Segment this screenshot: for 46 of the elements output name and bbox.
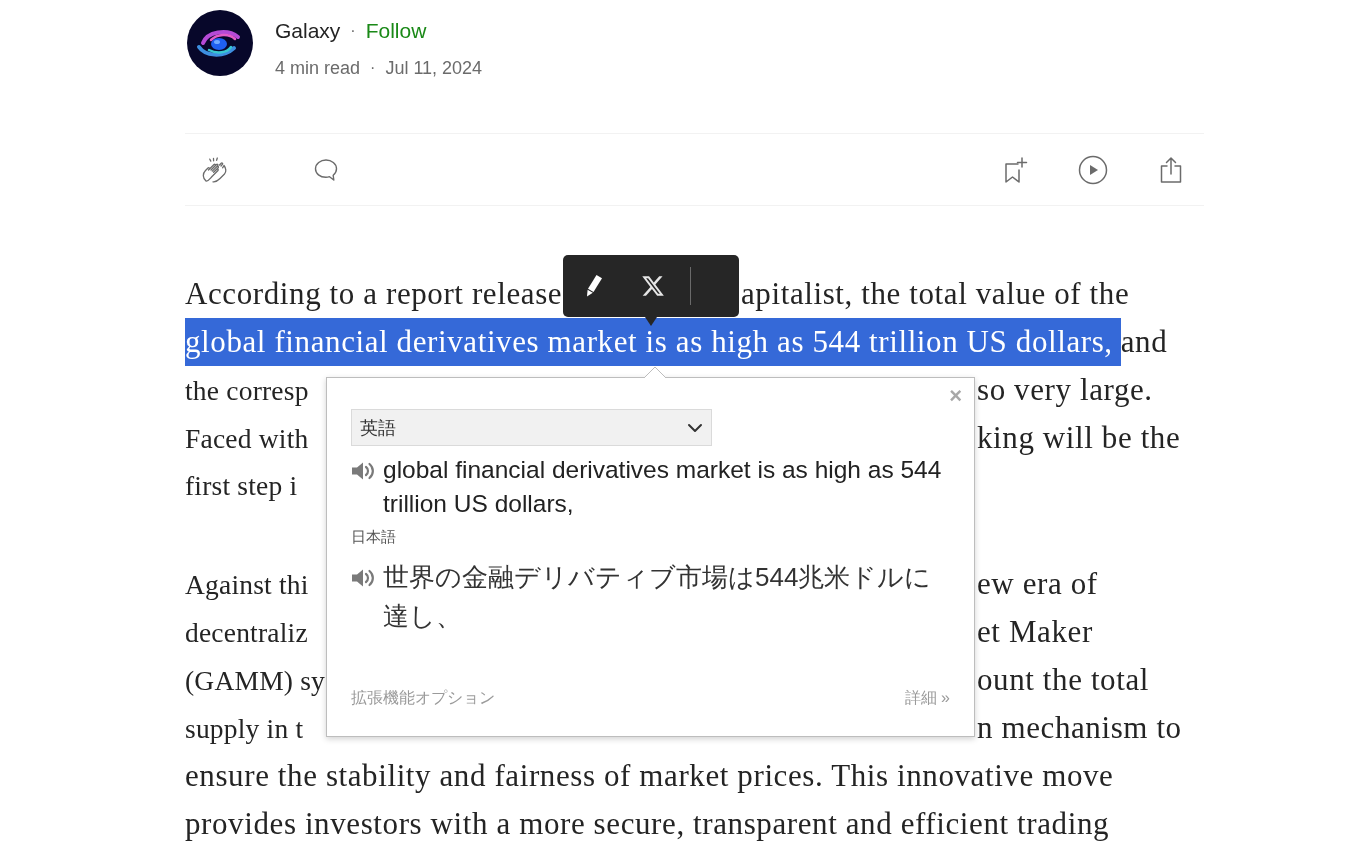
speaker-icon[interactable] [351, 568, 375, 588]
article-text: (GAMM) sy [185, 664, 326, 698]
follow-link[interactable]: Follow [365, 17, 427, 45]
bookmark-add-button[interactable] [1002, 155, 1028, 184]
listen-button[interactable] [1078, 154, 1108, 185]
article-text: supply in t [185, 712, 304, 746]
comment-icon [313, 156, 339, 183]
details-link[interactable]: 詳細 » [904, 687, 950, 709]
article-text: and [1120, 323, 1168, 361]
article-text: apitalist, the total value of the [741, 275, 1130, 313]
translated-text: 世界の金融デリバティブ市場は544兆米ドルに達し、 [383, 561, 933, 633]
comment-button[interactable] [313, 156, 339, 183]
separator-dot: · [370, 58, 376, 78]
article-text: first step i [185, 469, 298, 503]
article-text: et Maker [977, 613, 1093, 651]
selected-text: global financial derivatives market is as high as 544 trillion US dollars, [185, 318, 1121, 366]
article-text: provides investors with a more secure, transparent and efficient trading [185, 805, 1110, 843]
pen-icon [585, 274, 603, 298]
author-name[interactable]: Galaxy [275, 17, 341, 45]
article-text: ensure the stability and fairness of market prices. This innovative move [185, 757, 1114, 795]
article-text: so very large. [977, 371, 1153, 409]
source-text: global financial derivatives market is as high as 544 trillion US dollars, [383, 455, 943, 519]
swirl-avatar-icon[interactable] [187, 10, 253, 76]
read-time: 4 min read [275, 57, 361, 80]
separator-dot: · [350, 21, 356, 41]
play-icon [1078, 154, 1108, 185]
article-text: ew era of [977, 565, 1098, 603]
article-text: Faced with [185, 422, 309, 456]
language-select[interactable]: 英語 [351, 409, 712, 446]
article-text: decentraliz [185, 616, 308, 650]
speaker-icon[interactable] [351, 461, 375, 481]
article-text: the corresp [185, 374, 309, 408]
target-language-label: 日本語 [351, 527, 396, 547]
article-text: ount the total [977, 661, 1149, 699]
chevron-down-icon [687, 422, 703, 433]
extension-options-link[interactable]: 拡張機能オプション [351, 687, 495, 709]
share-icon [1158, 155, 1184, 184]
share-button[interactable] [1158, 155, 1184, 184]
article-text: Against thi [185, 568, 309, 602]
article-text: king will be the [977, 419, 1181, 457]
close-button[interactable]: × [947, 384, 964, 408]
x-logo-icon [641, 274, 665, 298]
article-text: n mechanism to [977, 709, 1182, 747]
article-text: According to a report release [185, 275, 563, 313]
bookmark-plus-icon [1002, 155, 1028, 184]
publish-date: Jul 11, 2024 [385, 57, 483, 80]
